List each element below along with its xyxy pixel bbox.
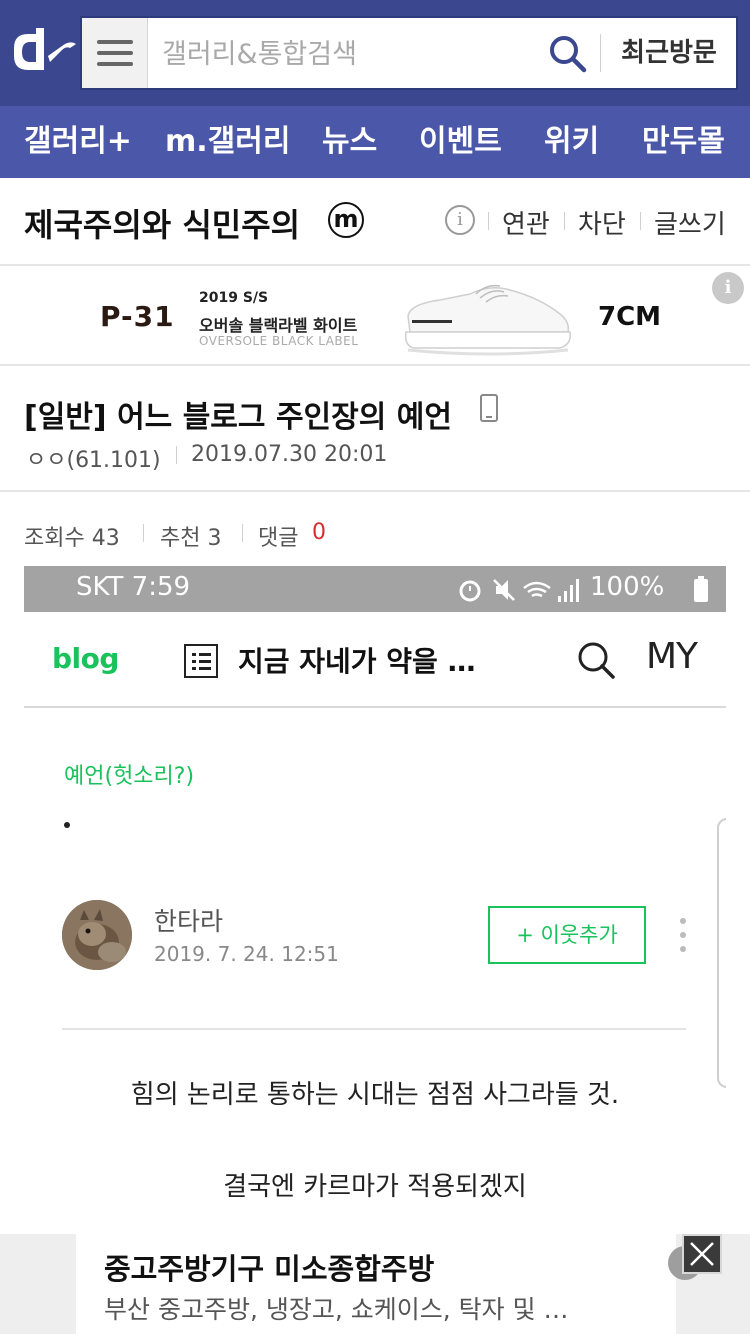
search-input[interactable]: [162, 36, 542, 72]
ad-height: 7CM: [598, 302, 662, 332]
post-date: 2019.07.30 20:01: [191, 442, 388, 467]
divider: [242, 524, 243, 542]
blog-category: 예언(헛소리?): [64, 764, 195, 789]
search-icon: [578, 642, 615, 679]
status-carrier-time: SKT 7:59: [76, 572, 191, 602]
nav-news[interactable]: 뉴스: [322, 106, 377, 178]
bottom-ad-title: 중고주방기구 미소종합주방: [104, 1252, 435, 1286]
post-header: [일반] 어느 블로그 주인장의 예언 ㅇㅇ(61.101) 2019.07.3…: [0, 366, 750, 492]
ad-season: 2019 S/S: [199, 290, 269, 306]
block-link[interactable]: 차단: [578, 204, 626, 241]
blog-author: 한타라: [154, 907, 224, 936]
post-image: SKT 7:59 100% blog 지금 자네가 약을 … MY 예언(헛소리…: [24, 566, 726, 1234]
search-box: 최근방문: [80, 16, 738, 90]
nav-event[interactable]: 이벤트: [419, 106, 502, 178]
nav-mall[interactable]: 만두몰: [642, 106, 725, 178]
ad-brand: P-31: [100, 300, 175, 333]
ad-info-icon[interactable]: i: [712, 272, 744, 304]
blog-post-title: 지금 자네가 약을 …: [238, 645, 476, 678]
related-link[interactable]: 연관: [502, 204, 550, 241]
post-author[interactable]: ㅇㅇ(61.101): [26, 442, 161, 474]
blog-date: 2019. 7. 24. 12:51: [154, 942, 339, 966]
blog-header: blog 지금 자네가 약을 … MY: [24, 612, 726, 708]
bottom-ad[interactable]: 중고주방기구 미소종합주방 부산 중고주방, 냉장고, 쇼케이스, 탁자 및 …: [0, 1234, 750, 1334]
comment-count[interactable]: 0: [312, 520, 326, 545]
list-dot: [192, 653, 196, 656]
minor-gallery-badge: m: [328, 202, 364, 238]
recent-visit-button[interactable]: 최근방문: [602, 18, 736, 88]
divider: [62, 1028, 686, 1030]
phone-status-bar: SKT 7:59 100%: [24, 566, 726, 612]
divider: [488, 212, 489, 230]
main-nav: 갤러리+ m.갤러리 뉴스 이벤트 위키 만두몰: [0, 106, 750, 178]
my-label: MY: [646, 636, 698, 677]
menu-button[interactable]: [82, 18, 148, 88]
gallery-title[interactable]: 제국주의와 식민주의: [24, 200, 300, 246]
list-dot: [192, 660, 196, 663]
divider: [640, 212, 641, 230]
close-ad-button[interactable]: [682, 1234, 722, 1274]
nav-mgallery[interactable]: m.갤러리: [165, 106, 290, 178]
avatar: [62, 900, 132, 970]
dot: [680, 918, 686, 924]
dot: [680, 946, 686, 952]
blog-logo: blog: [52, 642, 119, 675]
list-icon: [184, 644, 218, 678]
divider: [143, 524, 144, 542]
blog-body-line: 힘의 논리로 통하는 시대는 점점 사그라들 것.: [130, 1080, 620, 1110]
list-line: [199, 660, 211, 663]
battery-level: 100%: [590, 572, 665, 602]
gallery-title-bar: 제국주의와 식민주의 m i 연관 차단 글쓰기: [0, 178, 750, 266]
hamburger-icon: [97, 40, 133, 44]
squirrel-avatar-icon: [62, 900, 132, 970]
ad-banner[interactable]: P-31 2019 S/S 오버솔 블랙라벨 화이트 OVERSOLE BLAC…: [0, 266, 750, 366]
comment-label[interactable]: 댓글: [258, 520, 298, 552]
list-line: [199, 653, 211, 656]
shoe-image: [404, 284, 572, 356]
more-options-icon: [678, 918, 688, 954]
divider: [176, 446, 177, 464]
info-icon[interactable]: i: [445, 205, 475, 235]
list-dot: [192, 667, 196, 670]
dc-logo-icon[interactable]: [10, 26, 78, 78]
nav-wiki[interactable]: 위키: [544, 106, 599, 178]
blog-body-line: 결국엔 카르마가 적용되겠지: [223, 1172, 527, 1202]
post-title: [일반] 어느 블로그 주인장의 예언: [24, 400, 452, 435]
divider: [564, 212, 565, 230]
status-icons: [459, 579, 579, 602]
hamburger-line: [97, 62, 133, 66]
dot: [680, 932, 686, 938]
add-neighbor-button: + 이웃추가: [488, 906, 646, 964]
nav-gallery-plus[interactable]: 갤러리+: [24, 106, 132, 178]
ad-subtitle: OVERSOLE BLACK LABEL: [199, 334, 359, 348]
recommend-count: 추천 3: [160, 526, 222, 551]
write-link[interactable]: 글쓰기: [654, 204, 726, 241]
bottom-ad-card[interactable]: 중고주방기구 미소종합주방 부산 중고주방, 냉장고, 쇼케이스, 탁자 및 …: [76, 1234, 676, 1334]
bullet-dot: [64, 822, 70, 828]
side-panel-edge: [717, 818, 726, 1088]
search-icon[interactable]: [548, 34, 588, 74]
hamburger-line: [97, 51, 133, 55]
top-header: 최근방문: [0, 0, 750, 106]
view-count: 조회수 43: [24, 526, 120, 551]
ad-product: 오버솔 블랙라벨 화이트: [199, 316, 358, 335]
list-line: [199, 667, 211, 670]
battery-icon: [694, 576, 708, 602]
close-icon: [690, 1242, 714, 1266]
mobile-icon: [480, 394, 498, 422]
bottom-ad-description: 부산 중고주방, 냉장고, 쇼케이스, 탁자 및 …: [104, 1295, 569, 1324]
divider: [600, 34, 601, 72]
